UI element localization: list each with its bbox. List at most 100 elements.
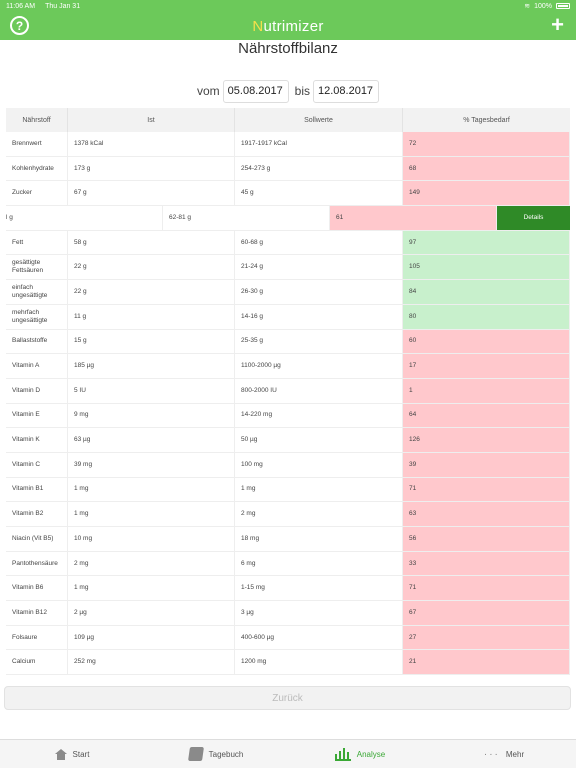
status-date: Thu Jan 31 (45, 2, 81, 10)
add-button[interactable]: + (551, 14, 564, 36)
cell-pct: 149 (403, 181, 570, 206)
cell-naehrstoff: Zucker (6, 181, 68, 206)
cell-naehrstoff: einfach ungesättigte (6, 280, 68, 304)
wifi-icon: ≋ (524, 3, 531, 10)
cell-pct: 1 (403, 378, 570, 403)
table-row[interactable]: Vitamin A 185 µg 1100-2000 µg 17 (6, 354, 570, 379)
table-body-bottom: Fett 58 g 60-68 g 97 gesättigte Fettsäuren 22… (6, 230, 570, 676)
cell-soll: 60-68 g (235, 230, 403, 255)
cell-pct: 61 (330, 206, 497, 230)
table-row[interactable]: Fett 58 g 60-68 g 97 (6, 230, 570, 256)
app-title-rest: utrimizer (263, 17, 324, 35)
tab-mehr[interactable]: ··· Mehr (432, 740, 576, 768)
cell-pct: 39 (403, 452, 570, 477)
table-row[interactable]: Vitamin B12 2 µg 3 µg 67 (6, 601, 570, 626)
cell-naehrstoff: Niacin (Vit B5) (6, 527, 68, 551)
table-row[interactable]: Niacin (Vit B5) 10 mg 18 mg 56 (6, 527, 570, 552)
tab-analyse-label: Analyse (356, 749, 386, 759)
cell-ist: 11 g (68, 304, 235, 329)
table-row[interactable]: Vitamin K 63 µg 50 µg 126 (6, 428, 570, 453)
nav-bar: ? Nutrimizer + (0, 12, 576, 40)
cell-naehrstoff: Vitamin B1 (6, 477, 68, 502)
cell-pct: 105 (403, 255, 570, 280)
cell-naehrstoff: Brennwert (6, 132, 68, 156)
cell-pct: 68 (403, 156, 570, 181)
tab-start-label: Start (72, 749, 90, 759)
table-row[interactable]: gesättigte Fettsäuren 22 g 21-24 g 105 (6, 255, 570, 281)
cell-ist: 67 g (68, 181, 235, 206)
table-header: Nährstoff Ist Sollwerte % Tagesbedarf (6, 108, 570, 132)
back-button[interactable]: Zurück (4, 686, 571, 710)
from-date-field[interactable]: 05.08.2017 (222, 79, 289, 103)
tab-analyse[interactable]: Analyse (288, 740, 432, 768)
cell-ist: 63 µg (68, 428, 235, 452)
table-row[interactable]: Vitamin C 39 mg 100 mg 39 (6, 452, 570, 478)
cell-ist: 1 mg (68, 576, 235, 601)
tab-tagebuch[interactable]: Tagebuch (144, 740, 288, 768)
table-row[interactable]: Ballaststoffe 15 g 25-35 g 60 (6, 329, 570, 355)
cell-soll: 400-600 µg (235, 625, 403, 650)
table-row[interactable]: Vitamin B1 1 mg 1 mg 71 (6, 477, 570, 503)
cell-naehrstoff: Vitamin E (6, 403, 68, 428)
cell-soll: 62-81 g (163, 206, 330, 230)
cell-ist: 252 mg (68, 650, 235, 675)
cell-soll: 14-220 mg (235, 403, 403, 428)
status-bar: 11:06 AM Thu Jan 31 ≋ 100% (0, 0, 576, 12)
nutrient-table[interactable]: Nährstoff Ist Sollwerte % Tagesbedarf Br… (6, 108, 570, 680)
cell-ist: 2 µg (68, 601, 235, 625)
header-ist: Ist (68, 108, 235, 132)
cell-pct: 80 (403, 304, 570, 329)
cell-ist: 22 g (68, 255, 235, 280)
cell-ist: 10 mg (68, 527, 235, 551)
table-row-swiped[interactable]: l g 62-81 g 61 Details (6, 206, 570, 231)
cell-pct: 84 (403, 280, 570, 304)
date-range: vom 05.08.2017 bis 12.08.2017 (0, 79, 576, 103)
cell-pct: 33 (403, 551, 570, 576)
cell-ist: 1 mg (68, 502, 235, 526)
table-row[interactable]: Zucker 67 g 45 g 149 (6, 181, 570, 207)
cell-ist: 2 mg (68, 551, 235, 576)
tab-tagebuch-label: Tagebuch (208, 749, 244, 759)
cell-ist: 1 mg (68, 477, 235, 502)
cell-naehrstoff: Folsaure (6, 625, 68, 650)
cell-naehrstoff: gesättigte Fettsäuren (6, 255, 68, 280)
table-row[interactable]: Kohlenhydrate 173 g 254-273 g 68 (6, 156, 570, 182)
table-row[interactable]: Vitamin D5 IU 800-2000 IU 1 (6, 378, 570, 404)
book-icon (187, 747, 204, 761)
page-title: Nährstoffbilanz (238, 40, 338, 57)
table-row[interactable]: Calcium 252 mg 1200 mg 21 (6, 650, 570, 676)
cell-soll: 18 mg (235, 527, 403, 551)
table-row[interactable]: Vitamin B6 1 mg 1-15 mg 71 (6, 576, 570, 602)
table-body-top: Brennwert 1378 kCal 1917-1917 kCal 72 Kohlen… (6, 132, 570, 207)
to-date-field[interactable]: 12.08.2017 (313, 79, 379, 103)
cell-naehrstoff: Vitamin B12 (6, 601, 68, 625)
table-row[interactable]: einfach ungesättigte 22 g 26-30 g 84 (6, 280, 570, 305)
cell-ist: 185 µg (68, 354, 235, 378)
header-naehrstoff: Nährstoff (6, 108, 68, 132)
cell-naehrstoff: Vitamin D (6, 378, 68, 403)
cell-pct: 67 (403, 601, 570, 625)
cell-soll: 2 mg (235, 502, 403, 526)
table-row[interactable]: mehrfach ungesättigte 11 g 14-16 g 80 (6, 304, 570, 330)
cell-pct: 56 (403, 527, 570, 551)
cell-soll: 45 g (235, 181, 403, 206)
cell-pct: 17 (403, 354, 570, 378)
cell-soll: 50 µg (235, 428, 403, 452)
table-row[interactable]: Vitamin E9 mg 14-220 mg 64 (6, 403, 570, 429)
table-row[interactable]: Folsaure 109 µg 400-600 µg 27 (6, 625, 570, 651)
cell-soll: 1100-2000 µg (235, 354, 403, 378)
cell-soll: 6 mg (235, 551, 403, 576)
details-button[interactable]: Details (497, 206, 570, 230)
cell-soll: 800-2000 IU (235, 378, 403, 403)
cell-soll: 14-16 g (235, 304, 403, 329)
help-button[interactable]: ? (10, 16, 29, 35)
to-label: bis (294, 84, 310, 98)
tab-mehr-label: Mehr (505, 749, 525, 759)
table-row[interactable]: Pantothensäure 2 mg 6 mg 33 (6, 551, 570, 577)
cell-soll: 26-30 g (235, 280, 403, 304)
tab-start[interactable]: Start (0, 740, 144, 768)
table-row[interactable]: Vitamin B2 1 mg 2 mg 63 (6, 502, 570, 527)
table-row[interactable]: Brennwert 1378 kCal 1917-1917 kCal 72 (6, 132, 570, 157)
cell-ist: 173 g (68, 156, 235, 181)
cell-naehrstoff: Pantothensäure (6, 551, 68, 576)
